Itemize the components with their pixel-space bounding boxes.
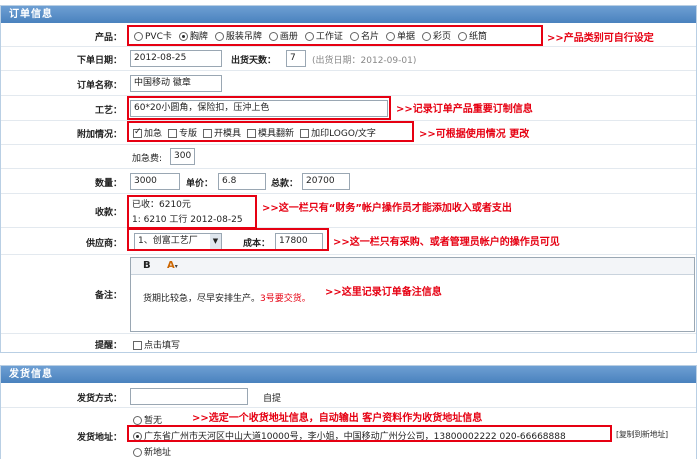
quantity-row: 数量： 3000 单价： 6.8 总款： 20700 xyxy=(1,169,696,194)
order-date-row: 下单日期： 2012-08-25 出货天数： 7 (出货日期：2012-09-0… xyxy=(1,47,696,71)
unit-price-label: 单价： xyxy=(186,179,214,189)
product-highlight-box xyxy=(127,25,543,46)
supplier-label: 供应商： xyxy=(85,239,122,249)
craft-note: >>记录订单产品重要订制信息 xyxy=(396,104,533,115)
address-new-radio[interactable] xyxy=(133,448,142,457)
reminder-label: 提醒： xyxy=(94,341,122,351)
address-new-text: 新地址 xyxy=(144,448,172,458)
editor-toolbar: B A▾ xyxy=(131,258,694,275)
font-color-icon: A xyxy=(167,260,175,271)
order-date-label: 下单日期： xyxy=(76,56,122,66)
address-highlight-box xyxy=(127,425,612,442)
receipt-label: 收款： xyxy=(94,208,122,218)
product-note: >>产品类别可自行设定 xyxy=(547,33,654,44)
rush-fee-input[interactable]: 300 xyxy=(170,148,195,165)
rush-fee-label: 加急费: xyxy=(132,154,163,164)
remark-text: 货期比较急，尽早安排生产。3号要交货。 xyxy=(143,291,311,304)
address-label: 发货地址： xyxy=(76,433,122,443)
copy-address-link[interactable]: [复制到新地址] xyxy=(616,429,668,440)
quantity-label: 数量： xyxy=(94,179,122,189)
craft-label: 工艺： xyxy=(94,106,122,116)
extra-note: >>可根据使用情况 更改 xyxy=(419,129,530,140)
total-label: 总款： xyxy=(271,179,299,189)
remark-text-plain: 货期比较急，尽早安排生产。 xyxy=(143,294,261,304)
receipt-note: >>这一栏只有“财务”帐户操作员才能添加收入或者支出 xyxy=(262,203,512,214)
receipt-highlight-box xyxy=(127,195,257,229)
font-color-button[interactable]: A▾ xyxy=(167,259,178,272)
address-option-new[interactable]: 新地址 xyxy=(133,445,171,458)
address-note: >>选定一个收货地址信息，自动输出 客户资料作为收货地址信息 xyxy=(192,413,483,424)
craft-highlight-box xyxy=(127,96,391,120)
reminder-text: 点击填写 xyxy=(144,341,181,351)
rush-fee-row: 加急费: 300 xyxy=(1,145,696,169)
supplier-note: >>这一栏只有采购、或者管理员帐户的操作员可见 xyxy=(333,237,560,248)
quantity-input[interactable]: 3000 xyxy=(130,173,180,190)
extra-highlight-box xyxy=(127,121,414,142)
remark-note: >>这里记录订单备注信息 xyxy=(325,287,442,298)
ship-days-label: 出货天数： xyxy=(231,56,277,66)
order-info-panel: 订单信息 产品： PVC卡 胸牌 服装吊牌 画册 工作证 名片 单据 彩页 纸筒 下单日期： 2… xyxy=(0,5,697,353)
supplier-highlight-box xyxy=(127,228,329,251)
order-info-header: 订单信息 xyxy=(1,6,696,23)
ship-method-row: 发货方式： 自提 xyxy=(1,385,696,408)
shipping-info-header: 发货信息 xyxy=(1,366,696,383)
reminder-checkbox[interactable] xyxy=(133,341,142,350)
unit-price-input[interactable]: 6.8 xyxy=(218,173,266,190)
remark-text-red: 3号要交货。 xyxy=(260,294,311,304)
ship-method-option: 自提 xyxy=(263,394,282,404)
product-label: 产品： xyxy=(94,33,122,43)
order-name-row: 订单名称： 中国移动 徽章 xyxy=(1,71,696,96)
ship-method-input[interactable] xyxy=(130,388,248,405)
order-name-input[interactable]: 中国移动 徽章 xyxy=(130,75,222,92)
extra-label: 附加情况： xyxy=(76,130,122,140)
reminder-toggle[interactable]: 点击填写 xyxy=(133,338,180,351)
order-name-label: 订单名称： xyxy=(76,81,122,91)
ship-method-label: 发货方式： xyxy=(76,394,122,404)
ship-date-hint: (出货日期：2012-09-01) xyxy=(312,56,417,66)
address-none-radio[interactable] xyxy=(133,416,142,425)
order-date-input[interactable]: 2012-08-25 xyxy=(130,50,222,67)
reminder-row: 提醒： 点击填写 xyxy=(1,334,696,352)
bold-button[interactable]: B xyxy=(143,259,151,272)
ship-days-input[interactable]: 7 xyxy=(286,50,306,67)
total-input[interactable]: 20700 xyxy=(302,173,350,190)
remark-label: 备注： xyxy=(94,291,122,301)
